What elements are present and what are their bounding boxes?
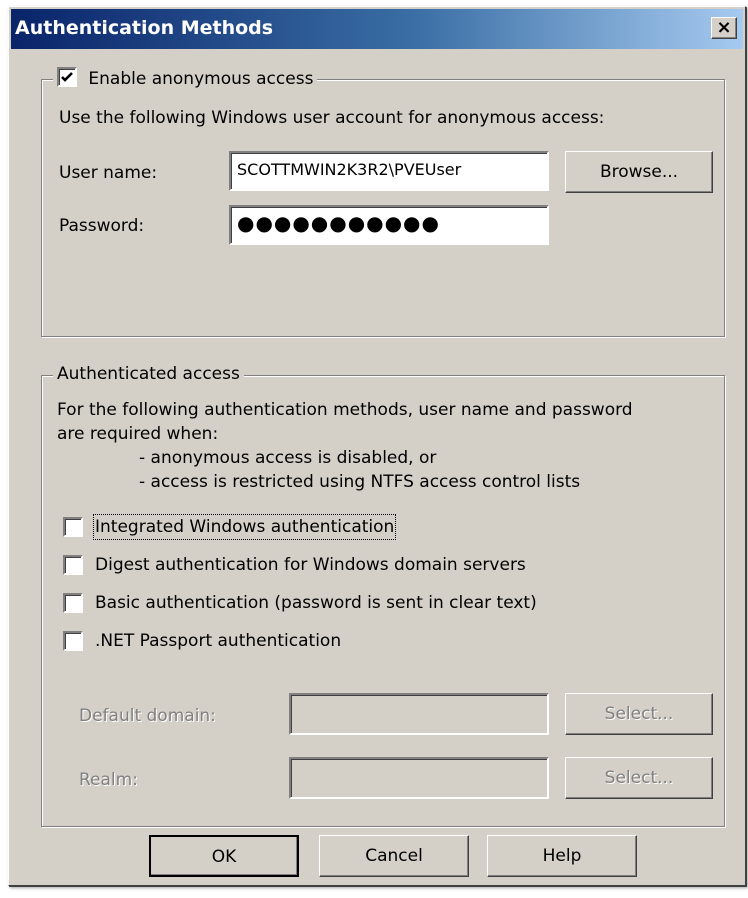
default-domain-select-button: Select... — [565, 693, 713, 735]
authenticated-bullet-1: - anonymous access is disabled, or — [139, 448, 437, 468]
cancel-button-label: Cancel — [365, 846, 423, 866]
passport-auth-checkbox[interactable] — [63, 631, 83, 651]
window-title: Authentication Methods — [15, 17, 274, 39]
password-field[interactable]: ●●●●●●●●●●● — [229, 205, 549, 245]
realm-select-label: Select... — [604, 768, 674, 788]
passport-auth-label[interactable]: .NET Passport authentication — [95, 630, 341, 652]
integrated-windows-label[interactable]: Integrated Windows authentication — [92, 514, 397, 540]
authenticated-description-line1: For the following authentication methods… — [57, 400, 633, 420]
anonymous-description: Use the following Windows user account f… — [59, 108, 605, 128]
close-icon: × — [716, 17, 732, 38]
authenticated-description-line2: are required when: — [57, 424, 219, 444]
password-label: Password: — [59, 216, 145, 236]
cancel-button[interactable]: Cancel — [319, 835, 469, 877]
help-button[interactable]: Help — [487, 835, 637, 877]
username-field[interactable]: SCOTTMWIN2K3R2\PVEUser — [229, 151, 549, 191]
enable-anonymous-label[interactable]: Enable anonymous access — [88, 69, 313, 89]
username-value: SCOTTMWIN2K3R2\PVEUser — [237, 160, 462, 179]
anonymous-access-legend: Enable anonymous access — [53, 67, 318, 90]
digest-auth-checkbox[interactable] — [63, 555, 83, 575]
close-button[interactable]: × — [711, 17, 737, 39]
authenticated-bullet-2: - access is restricted using NTFS access… — [139, 472, 581, 492]
ok-button[interactable]: OK — [149, 835, 299, 877]
enable-anonymous-checkbox[interactable] — [57, 67, 77, 87]
browse-button-label: Browse... — [599, 162, 679, 182]
authenticated-access-legend: Authenticated access — [53, 363, 244, 385]
default-domain-select-label: Select... — [604, 704, 674, 724]
basic-auth-label[interactable]: Basic authentication (password is sent i… — [95, 592, 537, 614]
default-domain-field — [289, 693, 549, 735]
basic-auth-checkbox[interactable] — [63, 593, 83, 613]
username-label: User name: — [59, 163, 158, 183]
browse-button[interactable]: Browse... — [565, 151, 713, 193]
ok-button-label: OK — [211, 847, 237, 867]
realm-select-button: Select... — [565, 757, 713, 799]
realm-field — [289, 757, 549, 799]
authentication-methods-dialog: Authentication Methods × Enable anonymou… — [8, 6, 746, 886]
help-button-label: Help — [542, 846, 582, 866]
digest-auth-label[interactable]: Digest authentication for Windows domain… — [95, 554, 526, 576]
default-domain-label: Default domain: — [79, 706, 216, 726]
realm-label: Realm: — [79, 770, 138, 790]
title-bar[interactable]: Authentication Methods × — [11, 9, 743, 49]
integrated-windows-checkbox[interactable] — [63, 517, 83, 537]
checkmark-icon — [61, 72, 73, 82]
password-value: ●●●●●●●●●●● — [237, 211, 440, 235]
